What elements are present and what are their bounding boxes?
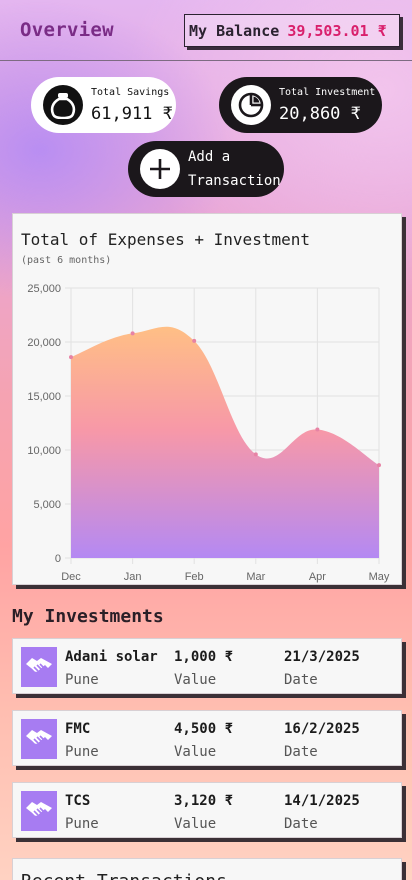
investment-city: Pune (65, 816, 99, 832)
x-tick-label: Feb (185, 571, 204, 583)
handshake-icon (21, 791, 57, 831)
plus-icon (140, 149, 180, 189)
investment-value: 3,120 ₹ (174, 793, 234, 809)
handshake-icon (21, 647, 57, 687)
page-title: Overview (20, 19, 114, 41)
investment-date-label: Date (284, 816, 318, 832)
money-bag-icon (43, 85, 83, 125)
data-point-may[interactable] (377, 463, 381, 468)
investment-value: 20,860 ₹ (279, 103, 361, 124)
area-chart: 0 5,000 10,000 15,000 20,000 25,000 Dec Jan Feb M… (27, 283, 390, 583)
handshake-icon (21, 719, 57, 759)
x-tick-label: Dec (61, 571, 81, 583)
x-tick-label: Apr (309, 571, 326, 583)
y-tick-label: 0 (55, 553, 61, 565)
add-transaction-button[interactable]: Add a Transaction (128, 141, 284, 197)
data-point-dec[interactable] (69, 355, 73, 360)
y-tick-label: 20,000 (27, 337, 61, 349)
x-tick-label: Mar (246, 571, 265, 583)
investment-date: 16/2/2025 (284, 721, 360, 737)
investment-city: Pune (65, 744, 99, 760)
investment-value-label: Value (174, 672, 217, 688)
investment-row[interactable]: Adani solar Pune 1,000 ₹ Value 21/3/2025… (12, 638, 402, 694)
recent-transactions-card: Recent Transactions (12, 858, 402, 880)
investment-value: 1,000 ₹ (174, 649, 234, 665)
investment-name: FMC (65, 721, 91, 737)
investment-name: TCS (65, 793, 91, 809)
investment-row[interactable]: TCS Pune 3,120 ₹ Value 14/1/2025 Date (12, 782, 402, 838)
y-tick-label: 5,000 (33, 499, 61, 511)
balance-badge: My Balance 39,503.01 ₹ (184, 14, 400, 47)
savings-label: Total Savings (91, 86, 170, 98)
investment-city: Pune (65, 672, 99, 688)
balance-label: My Balance (189, 21, 280, 40)
expenses-chart-card: Total of Expenses + Investment (past 6 m… (12, 213, 402, 585)
investment-date: 21/3/2025 (284, 649, 360, 665)
y-tick-label: 25,000 (27, 283, 61, 295)
investment-label: Total Investment (279, 86, 376, 98)
investment-date: 14/1/2025 (284, 793, 360, 809)
data-point-apr[interactable] (315, 427, 320, 432)
area-series (71, 326, 379, 558)
pie-chart-icon (231, 85, 271, 125)
balance-value: 39,503.01 ₹ (287, 21, 387, 40)
data-point-feb[interactable] (192, 338, 197, 343)
investment-value-label: Value (174, 744, 217, 760)
investment-name: Adani solar (65, 649, 158, 665)
total-savings-card[interactable]: Total Savings 61,911 ₹ (31, 77, 176, 133)
header: Overview My Balance 39,503.01 ₹ (0, 0, 412, 61)
investment-value-label: Value (174, 816, 217, 832)
investment-row[interactable]: FMC Pune 4,500 ₹ Value 16/2/2025 Date (12, 710, 402, 766)
savings-value: 61,911 ₹ (91, 103, 173, 124)
investment-date-label: Date (284, 672, 318, 688)
total-investment-card[interactable]: Total Investment 20,860 ₹ (219, 77, 382, 133)
add-transaction-line1: Add a (188, 149, 231, 165)
investment-value: 4,500 ₹ (174, 721, 234, 737)
investment-date-label: Date (284, 744, 318, 760)
x-tick-label: Jan (124, 571, 142, 583)
investments-section-title: My Investments (12, 606, 164, 627)
y-tick-label: 10,000 (27, 445, 61, 457)
data-point-jan[interactable] (130, 331, 135, 336)
recent-transactions-title: Recent Transactions (21, 871, 227, 880)
add-transaction-line2: Transaction (188, 173, 281, 189)
y-tick-label: 15,000 (27, 391, 61, 403)
data-point-mar[interactable] (253, 452, 258, 457)
x-tick-label: May (369, 571, 390, 583)
